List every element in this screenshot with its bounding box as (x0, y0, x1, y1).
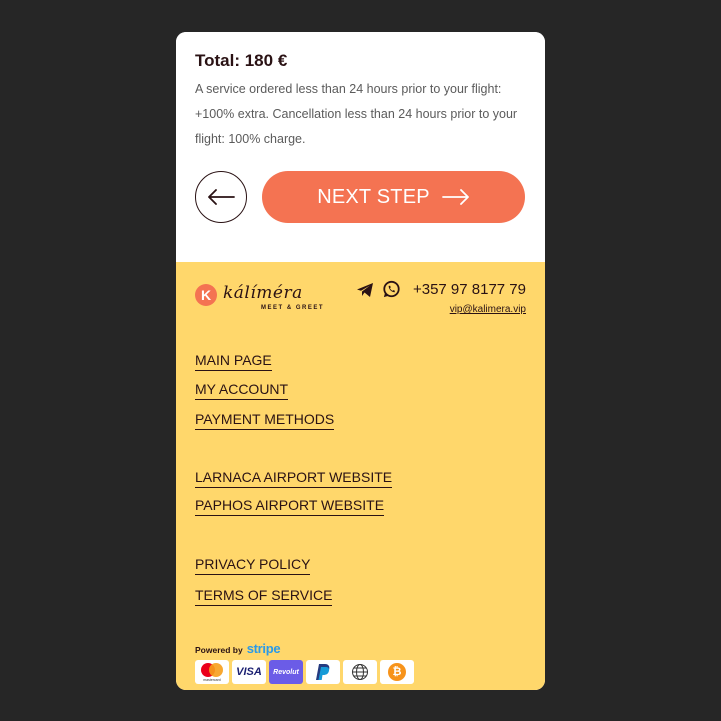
back-button[interactable] (195, 171, 247, 223)
paypal-icon (306, 660, 340, 684)
link-payment-methods[interactable]: PAYMENT METHODS (195, 411, 335, 430)
revolut-label: Revolut (273, 668, 299, 676)
footer: K kálíméra MEET & GREET +357 97 8177 79 … (176, 262, 545, 690)
powered-by-label: Powered by (195, 645, 243, 655)
contacts: +357 97 8177 79 vip@kalimera.vip (356, 280, 526, 317)
powered-by-stripe: Powered by stripe (195, 641, 281, 656)
email-link[interactable]: vip@kalimera.vip (450, 304, 526, 315)
logo-badge: K (195, 284, 217, 306)
link-paphos-airport[interactable]: PAPHOS AIRPORT WEBSITE (195, 497, 385, 516)
logo-wordmark: kálíméra (223, 283, 303, 303)
cancellation-note: A service ordered less than 24 hours pri… (195, 82, 518, 146)
next-step-label: NEXT STEP (317, 185, 430, 208)
revolut-icon: Revolut (269, 660, 303, 684)
visa-icon: VISA (232, 660, 266, 684)
link-privacy-policy[interactable]: PRIVACY POLICY (195, 556, 311, 575)
mastercard-icon: mastercard (195, 660, 229, 684)
logo-tagline: MEET & GREET (261, 305, 325, 311)
mastercard-caption: mastercard (203, 678, 221, 682)
link-larnaca-airport[interactable]: LARNACA AIRPORT WEBSITE (195, 469, 393, 488)
payment-methods: mastercard VISA Revolut ₿ (195, 660, 414, 684)
total-price: Total: 180 € (195, 51, 288, 70)
visa-label: VISA (236, 666, 262, 678)
whatsapp-icon[interactable] (382, 280, 401, 299)
next-step-button[interactable]: NEXT STEP (262, 171, 525, 223)
arrow-left-icon (208, 189, 235, 205)
globe-icon (343, 660, 377, 684)
bitcoin-icon: ₿ (380, 660, 414, 684)
checkout-card: Total: 180 € A service ordered less than… (176, 32, 545, 690)
arrow-right-icon (441, 189, 469, 205)
telegram-icon[interactable] (356, 282, 374, 298)
stripe-logo: stripe (246, 641, 281, 656)
kalimera-logo[interactable]: K kálíméra MEET & GREET (195, 284, 324, 311)
link-terms-of-service[interactable]: TERMS OF SERVICE (195, 587, 333, 606)
link-my-account[interactable]: MY ACCOUNT (195, 381, 289, 400)
bitcoin-symbol: ₿ (392, 666, 402, 678)
phone-number[interactable]: +357 97 8177 79 (413, 281, 526, 298)
order-summary: Total: 180 € A service ordered less than… (176, 32, 545, 262)
link-main-page[interactable]: MAIN PAGE (195, 352, 272, 371)
